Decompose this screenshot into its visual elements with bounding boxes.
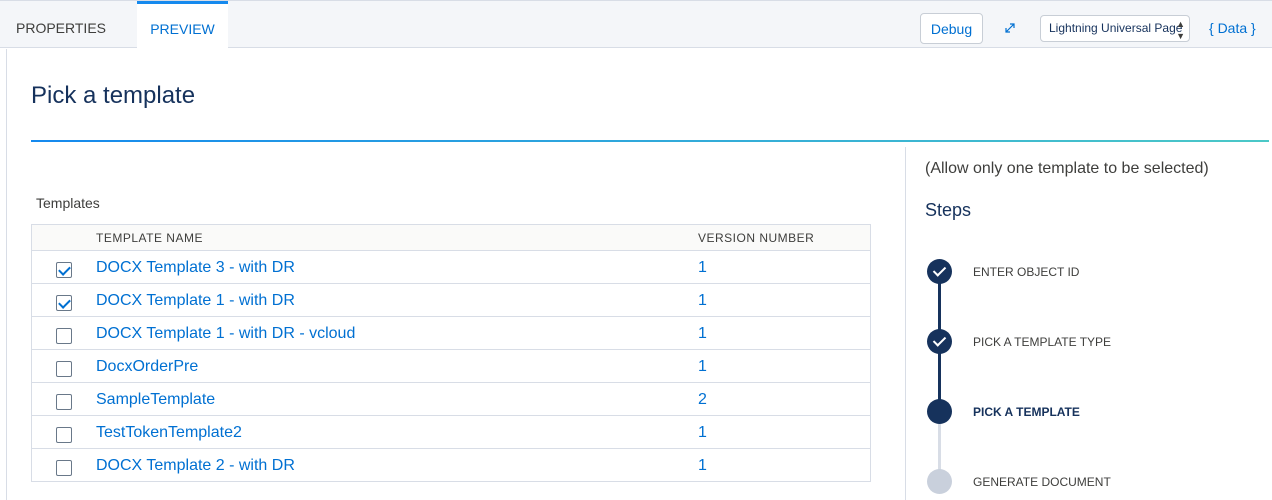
version-number: 1: [698, 259, 707, 276]
version-number: 2: [698, 391, 707, 408]
tab-preview[interactable]: PREVIEW: [137, 1, 228, 49]
template-name-link[interactable]: DocxOrderPre: [96, 358, 198, 376]
data-link[interactable]: { Data }: [1209, 20, 1256, 36]
row-checkbox[interactable]: [56, 295, 72, 311]
table-row[interactable]: TestTokenTemplate2 1: [32, 416, 870, 449]
preview-content: Pick a template Templates TEMPLATE NAME …: [6, 49, 1272, 500]
version-number: 1: [698, 292, 707, 309]
templates-table: TEMPLATE NAME VERSION NUMBER DOCX Templa…: [31, 224, 871, 482]
template-name-link[interactable]: DOCX Template 1 - with DR - vcloud: [96, 325, 355, 343]
page-type-select[interactable]: Lightning Universal Page ▲ ▼: [1040, 15, 1190, 42]
top-tab-bar: PROPERTIES PREVIEW Debug Lightning Unive…: [0, 0, 1272, 49]
selection-hint: (Allow only one template to be selected): [925, 160, 1209, 177]
page-title: Pick a template: [31, 82, 196, 109]
row-checkbox[interactable]: [56, 460, 72, 476]
table-row[interactable]: SampleTemplate 2: [32, 383, 870, 416]
version-number: 1: [698, 457, 707, 474]
template-name-link[interactable]: DOCX Template 1 - with DR: [96, 292, 295, 310]
table-row[interactable]: DOCX Template 1 - with DR - vcloud 1: [32, 317, 870, 350]
row-checkbox[interactable]: [56, 427, 72, 443]
select-arrows-icon: ▲ ▼: [1176, 19, 1185, 41]
table-row[interactable]: DOCX Template 3 - with DR 1: [32, 251, 870, 284]
version-number: 1: [698, 325, 707, 342]
template-name-link[interactable]: DOCX Template 3 - with DR: [96, 259, 295, 277]
row-checkbox[interactable]: [56, 394, 72, 410]
row-checkbox[interactable]: [56, 328, 72, 344]
steps-title: Steps: [925, 200, 972, 220]
step-label: PICK A TEMPLATE TYPE: [973, 335, 1112, 349]
step-label: PICK A TEMPLATE: [973, 405, 1080, 419]
expand-icon[interactable]: [1003, 21, 1017, 35]
step-indicator-1: [927, 259, 952, 284]
version-number: 1: [698, 424, 707, 441]
page-type-value: Lightning Universal Page: [1049, 21, 1183, 35]
row-checkbox[interactable]: [56, 361, 72, 377]
column-header-version-number: VERSION NUMBER: [698, 231, 815, 245]
template-name-link[interactable]: TestTokenTemplate2: [96, 424, 242, 442]
templates-label: Templates: [36, 195, 100, 211]
template-name-link[interactable]: SampleTemplate: [96, 391, 215, 409]
template-name-link[interactable]: DOCX Template 2 - with DR: [96, 457, 295, 475]
table-row[interactable]: DOCX Template 2 - with DR 1: [32, 449, 870, 482]
step-label: GENERATE DOCUMENT: [973, 475, 1111, 489]
column-header-template-name: TEMPLATE NAME: [96, 231, 203, 245]
step-label: ENTER OBJECT ID: [973, 265, 1080, 279]
table-row[interactable]: DOCX Template 1 - with DR 1: [32, 284, 870, 317]
row-checkbox[interactable]: [56, 262, 72, 278]
step-indicator-4: [927, 469, 952, 494]
table-header: TEMPLATE NAME VERSION NUMBER: [32, 225, 870, 251]
step-indicator-2: [927, 329, 952, 354]
step-indicator-3: [927, 399, 952, 424]
steps-divider: [905, 147, 906, 500]
version-number: 1: [698, 358, 707, 375]
tab-properties[interactable]: PROPERTIES: [0, 1, 122, 48]
table-row[interactable]: DocxOrderPre 1: [32, 350, 870, 383]
debug-button[interactable]: Debug: [920, 13, 983, 44]
title-divider: [31, 140, 1269, 142]
